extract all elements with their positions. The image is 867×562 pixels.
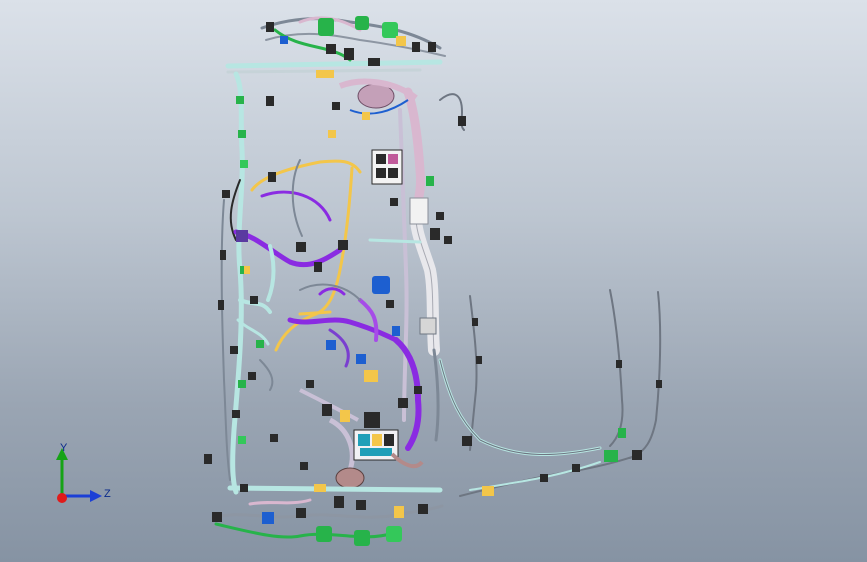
origin-dot-icon	[57, 493, 67, 503]
z-arrowhead-icon	[90, 490, 102, 502]
right-branch-harness[interactable]	[438, 93, 662, 497]
cad-graphics-viewport[interactable]: Y Z	[0, 0, 867, 562]
right-branch-connectors[interactable]	[458, 116, 662, 496]
y-axis-label: Y	[60, 442, 68, 454]
axis-triad: Y Z	[48, 440, 120, 510]
wire-harness-model[interactable]	[0, 0, 867, 562]
z-axis-label: Z	[104, 488, 111, 500]
